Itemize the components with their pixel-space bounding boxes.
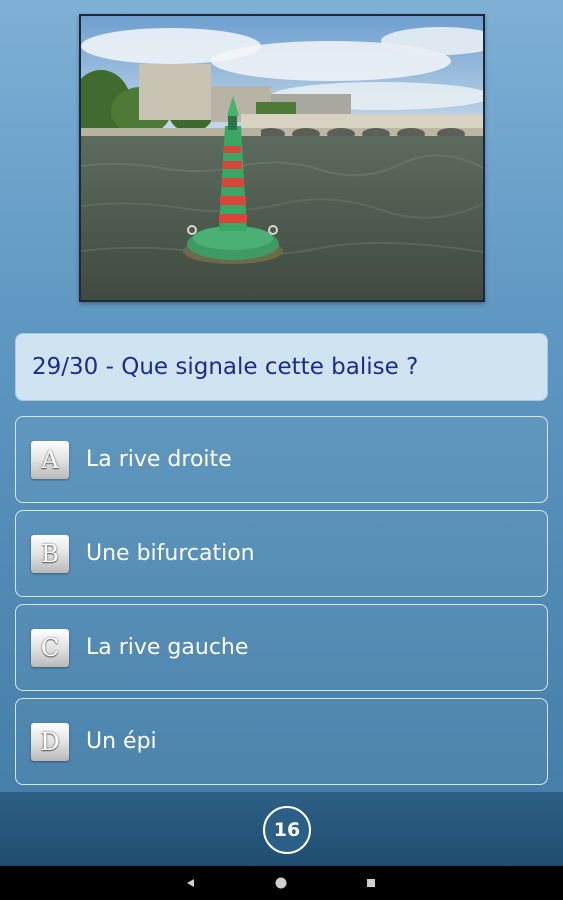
answer-label: Un épi [86, 729, 157, 754]
answer-letter-badge: A [31, 440, 69, 479]
answer-label: La rive gauche [86, 635, 249, 660]
recents-square-icon[interactable] [351, 866, 391, 900]
question-progress: 29/30 [32, 354, 99, 380]
question-separator: - [98, 354, 122, 380]
answer-letter-badge: B [31, 534, 69, 573]
question-box: 29/30 - Que signale cette balise ? [15, 333, 548, 401]
android-nav-bar [0, 866, 563, 900]
answer-label: Une bifurcation [86, 541, 255, 566]
answer-option-d[interactable]: D Un épi [15, 698, 548, 785]
answer-option-b[interactable]: B Une bifurcation [15, 510, 548, 597]
answer-letter-badge: D [31, 722, 69, 761]
buoy-photo-illustration [81, 16, 483, 300]
question-photo [79, 14, 485, 302]
answer-option-a[interactable]: A La rive droite [15, 416, 548, 503]
question-counter-badge: 16 [263, 806, 311, 854]
answer-letter-badge: C [31, 628, 69, 667]
answer-option-c[interactable]: C La rive gauche [15, 604, 548, 691]
back-triangle-icon[interactable] [171, 866, 211, 900]
answer-label: La rive droite [86, 447, 232, 472]
home-circle-icon[interactable] [261, 866, 301, 900]
question-text: Que signale cette balise ? [121, 354, 419, 380]
